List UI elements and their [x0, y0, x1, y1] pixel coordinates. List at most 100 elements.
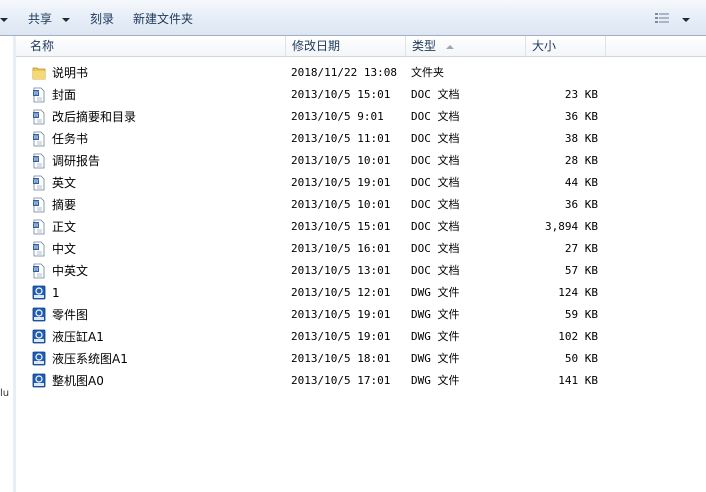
file-row[interactable]: W 摘要 2013/10/5 10:01 DOC 文档 36 KB [16, 194, 706, 216]
file-size: 141 KB [558, 374, 598, 387]
file-date: 2013/10/5 10:01 [291, 198, 391, 211]
file-size: 36 KB [564, 198, 598, 211]
file-type: DWG 文件 [411, 308, 460, 321]
svg-text:W: W [34, 223, 39, 229]
column-header-name[interactable]: 名称 [24, 36, 286, 56]
column-header-modified-label: 修改日期 [292, 39, 341, 53]
command-bar: 共享 刻录 新建文件夹 [0, 0, 706, 36]
file-size: 27 KB [564, 242, 598, 255]
file-row[interactable]: 1 2013/10/5 12:01 DWG 文件 124 KB [16, 282, 706, 304]
doc-icon: W [32, 109, 46, 125]
file-type: DOC 文档 [411, 154, 460, 167]
doc-icon: W [32, 241, 46, 257]
file-name: 摘要 [52, 198, 77, 212]
file-size: 36 KB [564, 110, 598, 123]
file-name: 封面 [52, 88, 77, 102]
dwg-icon [32, 351, 46, 367]
file-date: 2013/10/5 19:01 [291, 308, 391, 321]
nav-item-label[interactable]: lu [0, 388, 13, 399]
file-size: 57 KB [564, 264, 598, 277]
navigation-pane[interactable]: lu [0, 36, 14, 492]
column-header-type-label: 类型 [412, 39, 437, 53]
file-row[interactable]: W 中文 2013/10/5 16:01 DOC 文档 27 KB [16, 238, 706, 260]
file-date: 2013/10/5 12:01 [291, 286, 391, 299]
dwg-icon [32, 373, 46, 389]
dwg-icon [32, 307, 46, 323]
chevron-down-icon [61, 17, 70, 22]
file-size: 44 KB [564, 176, 598, 189]
file-row[interactable]: W 正文 2013/10/5 15:01 DOC 文档 3,894 KB [16, 216, 706, 238]
doc-icon: W [32, 197, 46, 213]
file-type: DWG 文件 [411, 352, 460, 365]
dwg-icon [32, 329, 46, 345]
view-dropdown-arrow[interactable] [682, 10, 690, 28]
file-name: 液压缸A1 [52, 330, 104, 344]
file-type: DOC 文档 [411, 242, 460, 255]
file-date: 2013/10/5 18:01 [291, 352, 391, 365]
file-type: DOC 文档 [411, 198, 460, 211]
file-name: 说明书 [52, 66, 89, 80]
file-type: DOC 文档 [411, 176, 460, 189]
doc-icon: W [32, 263, 46, 279]
dwg-icon [32, 285, 46, 301]
file-size: 124 KB [558, 286, 598, 299]
column-header-size-label: 大小 [532, 39, 557, 53]
file-name: 英文 [52, 176, 77, 190]
file-size: 50 KB [564, 352, 598, 365]
file-date: 2013/10/5 19:01 [291, 176, 391, 189]
file-date: 2013/10/5 13:01 [291, 264, 391, 277]
file-name: 改后摘要和目录 [52, 110, 137, 124]
svg-text:W: W [34, 113, 39, 119]
svg-text:W: W [34, 157, 39, 163]
file-date: 2013/10/5 19:01 [291, 330, 391, 343]
file-date: 2013/10/5 11:01 [291, 132, 391, 145]
file-row[interactable]: 零件图 2013/10/5 19:01 DWG 文件 59 KB [16, 304, 706, 326]
file-row[interactable]: 说明书 2018/11/22 13:08 文件夹 [16, 62, 706, 84]
file-type: DOC 文档 [411, 132, 460, 145]
file-row[interactable]: W 任务书 2013/10/5 11:01 DOC 文档 38 KB [16, 128, 706, 150]
file-date: 2013/10/5 15:01 [291, 220, 391, 233]
share-button[interactable]: 共享 [28, 10, 70, 28]
file-list: 说明书 2018/11/22 13:08 文件夹 W 封面 2013/10/5 15:0… [16, 62, 706, 392]
new-folder-button[interactable]: 新建文件夹 [133, 10, 193, 28]
file-row[interactable]: 液压系统图A1 2013/10/5 18:01 DWG 文件 50 KB [16, 348, 706, 370]
file-type: DWG 文件 [411, 374, 460, 387]
file-name: 正文 [52, 220, 77, 234]
column-header-size[interactable]: 大小 [526, 36, 606, 56]
file-row[interactable]: W 英文 2013/10/5 19:01 DOC 文档 44 KB [16, 172, 706, 194]
file-row[interactable]: W 中英文 2013/10/5 13:01 DOC 文档 57 KB [16, 260, 706, 282]
file-name: 液压系统图A1 [52, 352, 128, 366]
file-row[interactable]: W 改后摘要和目录 2013/10/5 9:01 DOC 文档 36 KB [16, 106, 706, 128]
burn-button[interactable]: 刻录 [90, 10, 114, 28]
file-row[interactable]: 液压缸A1 2013/10/5 19:01 DWG 文件 102 KB [16, 326, 706, 348]
chevron-down-icon [682, 17, 690, 22]
file-size: 102 KB [558, 330, 598, 343]
file-row[interactable]: 整机图A0 2013/10/5 17:01 DWG 文件 141 KB [16, 370, 706, 392]
file-name: 任务书 [52, 132, 89, 146]
file-name: 1 [52, 286, 60, 300]
column-header-name-label: 名称 [30, 39, 55, 53]
file-date: 2013/10/5 16:01 [291, 242, 391, 255]
file-name: 中英文 [52, 264, 89, 278]
chevron-down-icon [0, 17, 8, 22]
svg-text:W: W [34, 135, 39, 141]
file-type: DOC 文档 [411, 88, 460, 101]
view-options-icon[interactable] [655, 12, 669, 24]
file-size: 59 KB [564, 308, 598, 321]
sort-ascending-icon [445, 44, 454, 49]
column-header-modified[interactable]: 修改日期 [286, 36, 406, 56]
doc-icon: W [32, 87, 46, 103]
file-date: 2013/10/5 15:01 [291, 88, 391, 101]
organize-dropdown-arrow[interactable] [0, 10, 8, 28]
file-type: DOC 文档 [411, 110, 460, 123]
file-date: 2013/10/5 17:01 [291, 374, 391, 387]
file-type: DWG 文件 [411, 330, 460, 343]
doc-icon: W [32, 153, 46, 169]
column-header-type[interactable]: 类型 [406, 36, 526, 56]
column-header-bar: 名称 修改日期 类型 大小 [16, 36, 706, 57]
file-row[interactable]: W 封面 2013/10/5 15:01 DOC 文档 23 KB [16, 84, 706, 106]
doc-icon: W [32, 175, 46, 191]
file-date: 2013/10/5 9:01 [291, 110, 384, 123]
file-row[interactable]: W 调研报告 2013/10/5 10:01 DOC 文档 28 KB [16, 150, 706, 172]
svg-text:W: W [34, 267, 39, 273]
